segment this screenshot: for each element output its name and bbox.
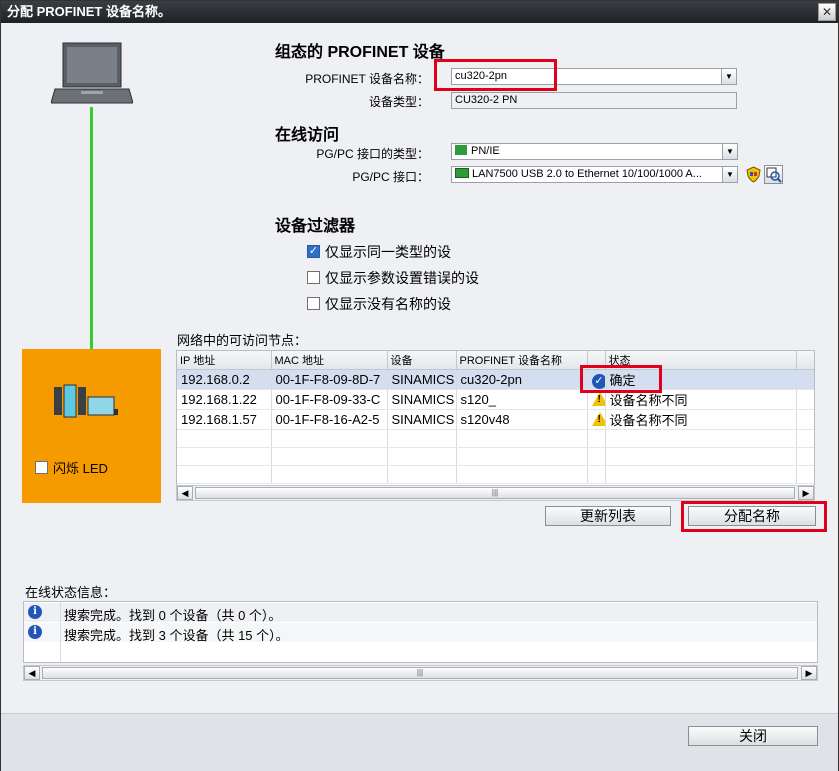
cell-mac: 00-1F-F8-16-A2-5 <box>271 409 388 430</box>
filter-no-name-checkbox[interactable] <box>307 297 320 310</box>
column-divider <box>60 602 61 662</box>
scroll-thumb[interactable]: ||| <box>195 487 795 499</box>
cell-ip: 192.168.1.22 <box>177 389 272 410</box>
table-row[interactable]: 192.168.1.22 00-1F-F8-09-33-C SINAMICS S… <box>177 389 814 410</box>
cell-mac: 00-1F-F8-09-33-C <box>271 389 388 410</box>
dialog-footer: 关闭 <box>1 713 838 771</box>
scroll-right-icon[interactable]: ▶ <box>801 666 817 680</box>
device-filter-heading: 设备过滤器 <box>275 218 356 235</box>
column-header-ip[interactable]: IP 地址 <box>177 351 272 370</box>
drive-device-icon <box>54 384 118 418</box>
close-button[interactable]: 关闭 <box>688 726 818 746</box>
filter-same-type-checkbox[interactable]: ✓ <box>307 245 320 258</box>
cell-status: 设备名称不同 <box>605 409 797 430</box>
interface-type-label: PG/PC 接口的类型： <box>316 147 429 161</box>
interface-type-value: PN/IE <box>471 145 500 157</box>
network-adapter-icon <box>455 168 469 178</box>
column-header-device[interactable]: 设备 <box>387 351 457 370</box>
column-header-spacer <box>796 351 814 370</box>
filter-param-error-label: 仅显示参数设置错误的设 <box>325 270 479 286</box>
table-row-empty <box>177 465 814 484</box>
diagnostics-button[interactable] <box>764 165 783 184</box>
device-name-label: PROFINET 设备名称： <box>305 72 429 86</box>
table-row[interactable]: 192.168.0.2 00-1F-F8-09-8D-7 SINAMICS S … <box>177 369 814 390</box>
dialog-title-bar: 分配 PROFINET 设备名称。 ✕ <box>1 1 838 23</box>
dialog-title: 分配 PROFINET 设备名称。 <box>7 4 171 19</box>
device-type-value: CU320-2 PN <box>455 94 518 106</box>
accessible-nodes-title: 网络中的可访问节点： <box>177 333 308 348</box>
warning-icon <box>591 411 604 426</box>
cell-ip: 192.168.1.57 <box>177 409 272 430</box>
warning-icon <box>591 391 604 406</box>
status-message: 搜索完成。找到 0 个设备（共 0 个）。 <box>64 608 282 623</box>
scroll-left-icon[interactable]: ◀ <box>177 486 193 500</box>
status-message: 搜索完成。找到 3 个设备（共 15 个）。 <box>64 628 289 643</box>
table-row-empty <box>177 429 814 448</box>
refresh-list-button[interactable]: 更新列表 <box>545 506 671 526</box>
interface-label: PG/PC 接口： <box>352 170 429 184</box>
scroll-thumb[interactable]: ||| <box>42 667 798 679</box>
table-row-empty <box>177 447 814 466</box>
cell-device: SINAMICS S <box>387 369 457 390</box>
filter-param-error-checkbox[interactable] <box>307 271 320 284</box>
cell-device: SINAMICS S <box>387 389 457 410</box>
magnifier-icon <box>766 167 782 183</box>
dialog-content: 闪烁 LED 组态的 PROFINET 设备 PROFINET 设备名称： cu… <box>1 23 838 771</box>
flash-led-checkbox[interactable] <box>35 461 48 474</box>
pc-icon <box>51 42 133 104</box>
online-status-title: 在线状态信息： <box>25 585 117 600</box>
device-panel: 闪烁 LED <box>22 349 161 503</box>
close-window-icon[interactable]: ✕ <box>818 3 836 21</box>
nodes-table-container: IP 地址 MAC 地址 设备 PROFINET 设备名称 状态 192.168… <box>176 350 815 486</box>
nodes-horizontal-scrollbar[interactable]: ◀ ||| ▶ <box>176 485 815 501</box>
table-row[interactable]: 192.168.1.57 00-1F-F8-16-A2-5 SINAMICS S… <box>177 409 814 430</box>
chevron-down-icon[interactable]: ▼ <box>722 167 737 182</box>
online-access-heading: 在线访问 <box>275 127 340 144</box>
device-type-field: CU320-2 PN <box>451 92 737 109</box>
status-horizontal-scrollbar[interactable]: ◀ ||| ▶ <box>23 665 818 681</box>
scroll-left-icon[interactable]: ◀ <box>24 666 40 680</box>
cell-device: SINAMICS S <box>387 409 457 430</box>
chevron-down-icon[interactable]: ▼ <box>722 144 737 159</box>
cell-status-icon <box>587 409 606 430</box>
pn-ie-icon <box>455 145 467 155</box>
interface-select[interactable]: LAN7500 USB 2.0 to Ethernet 10/100/1000 … <box>451 166 738 183</box>
configured-device-heading: 组态的 PROFINET 设备 <box>275 44 445 61</box>
scroll-right-icon[interactable]: ▶ <box>798 486 814 500</box>
cell-mac: 00-1F-F8-09-8D-7 <box>271 369 388 390</box>
column-header-mac[interactable]: MAC 地址 <box>271 351 388 370</box>
device-name-highlight-box <box>434 59 557 91</box>
interface-type-select[interactable]: PN/IE ▼ <box>451 143 738 160</box>
status-ok-highlight-box <box>580 365 662 393</box>
flash-led-label: 闪烁 LED <box>53 461 108 476</box>
info-icon: i <box>28 605 42 619</box>
column-header-profinet-name[interactable]: PROFINET 设备名称 <box>456 351 588 370</box>
filter-no-name-label: 仅显示没有名称的设 <box>325 296 451 312</box>
table-header-row: IP 地址 MAC 地址 设备 PROFINET 设备名称 状态 <box>177 351 814 370</box>
assign-name-dialog: 分配 PROFINET 设备名称。 ✕ 闪烁 LED 组态的 PROFINET … <box>0 0 839 771</box>
assign-name-highlight-box <box>681 501 827 532</box>
list-item: i 搜索完成。找到 0 个设备（共 0 个）。 <box>24 603 817 623</box>
filter-same-type-label: 仅显示同一类型的设 <box>325 244 451 260</box>
cell-ip: 192.168.0.2 <box>177 369 272 390</box>
nodes-table: IP 地址 MAC 地址 设备 PROFINET 设备名称 状态 192.168… <box>177 351 814 484</box>
cell-profinet-name: cu320-2pn <box>456 369 588 390</box>
cell-profinet-name: s120v48 <box>456 409 588 430</box>
interface-value: LAN7500 USB 2.0 to Ethernet 10/100/1000 … <box>472 168 702 180</box>
device-type-label: 设备类型： <box>368 95 429 109</box>
chevron-down-icon[interactable]: ▼ <box>721 69 736 84</box>
info-icon: i <box>28 625 42 639</box>
cell-profinet-name: s120_ <box>456 389 588 410</box>
status-messages-list: i 搜索完成。找到 0 个设备（共 0 个）。 i 搜索完成。找到 3 个设备（… <box>23 601 818 663</box>
list-item: i 搜索完成。找到 3 个设备（共 15 个）。 <box>24 623 817 643</box>
shield-icon[interactable] <box>745 166 762 183</box>
